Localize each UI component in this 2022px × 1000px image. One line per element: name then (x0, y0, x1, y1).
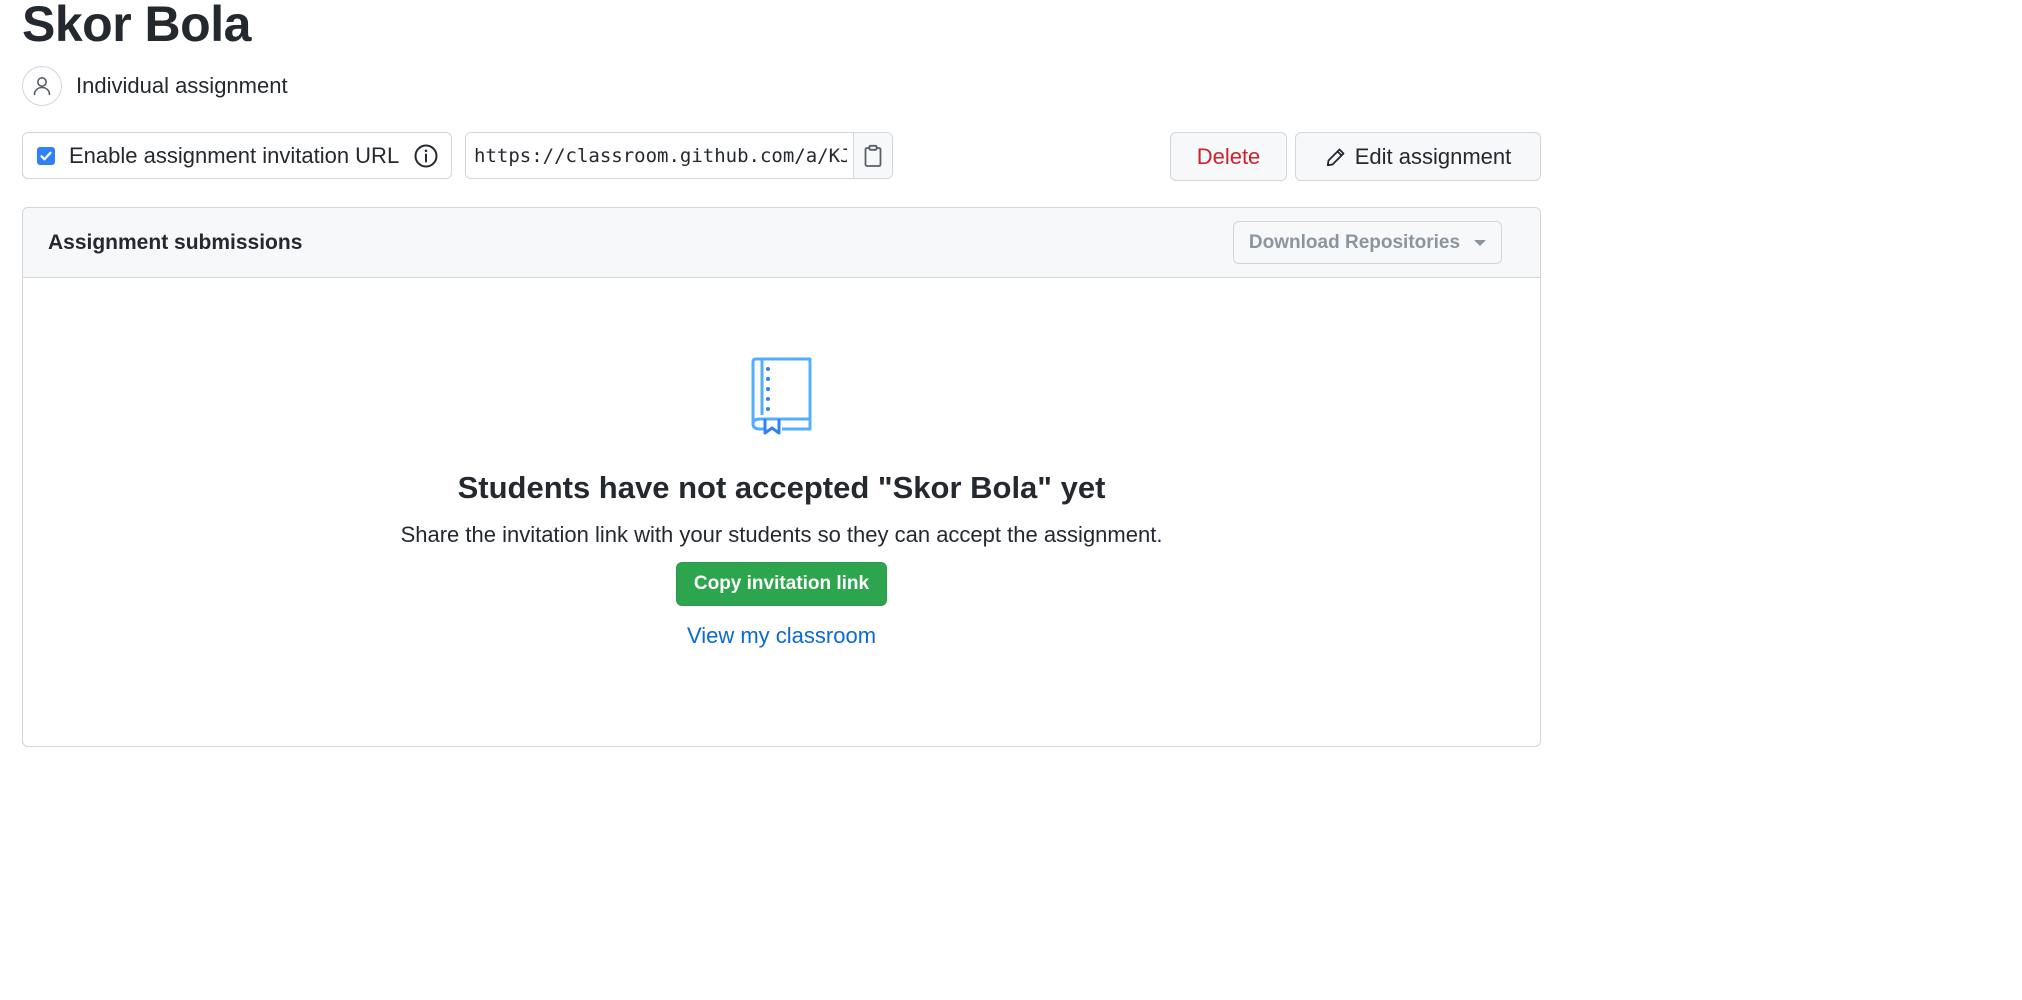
invitation-url-toggle[interactable]: Enable assignment invitation URL (22, 132, 452, 179)
assignment-type: Individual assignment (22, 64, 288, 108)
check-icon (40, 151, 52, 160)
pencil-icon (1326, 148, 1345, 166)
invitation-toggle-label: Enable assignment invitation URL (69, 142, 400, 168)
empty-state-title: Students have not accepted "Skor Bola" y… (457, 470, 1106, 505)
edit-assignment-button[interactable]: Edit assignment (1295, 132, 1541, 181)
submissions-panel: Assignment submissions Download Reposito… (22, 207, 1541, 747)
delete-button[interactable]: Delete (1170, 132, 1287, 181)
download-repositories-label: Download Repositories (1248, 231, 1461, 253)
assignment-type-label: Individual assignment (76, 73, 288, 98)
invitation-url-group (465, 132, 893, 179)
submissions-title: Assignment submissions (48, 230, 303, 254)
edit-assignment-label: Edit assignment (1354, 143, 1512, 169)
page-title: Skor Bola (22, 0, 251, 52)
empty-state: Students have not accepted "Skor Bola" y… (23, 278, 1540, 746)
view-classroom-link[interactable]: View my classroom (23, 623, 1540, 649)
assignment-page: Skor Bola Individual assignment Enable a… (0, 0, 1560, 780)
invitation-url-input[interactable] (466, 133, 853, 178)
download-repositories-button[interactable]: Download Repositories (1233, 221, 1502, 264)
info-icon[interactable] (413, 143, 439, 169)
empty-state-text: Share the invitation link with your stud… (400, 522, 1163, 547)
clipboard-icon (864, 144, 882, 167)
person-icon (22, 66, 62, 106)
book-bookmark-icon (751, 357, 812, 435)
caret-down-icon (1474, 239, 1487, 246)
enable-invitation-checkbox[interactable] (37, 146, 55, 165)
copy-url-button[interactable] (853, 133, 892, 178)
copy-invitation-link-button[interactable]: Copy invitation link (676, 562, 887, 606)
submissions-header: Assignment submissions Download Reposito… (23, 208, 1540, 278)
